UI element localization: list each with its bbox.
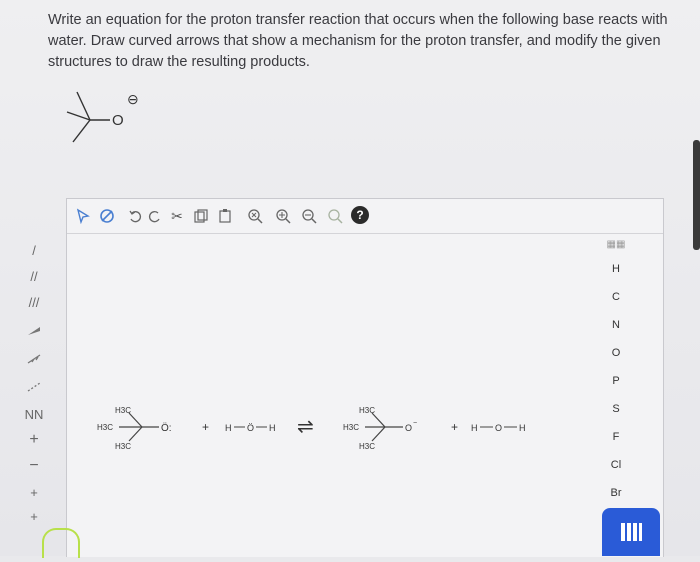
methyl-left: H3C — [97, 423, 113, 432]
negative-charge: − — [413, 420, 417, 427]
hydroxide-oxygen: O — [495, 423, 502, 433]
oxygen-atom: O — [112, 112, 124, 129]
plus-sign: + — [451, 420, 458, 434]
hash-bond-icon[interactable] — [19, 347, 49, 369]
paste-icon[interactable] — [215, 206, 235, 226]
plus-sign: + — [202, 420, 209, 434]
zoom-in-icon[interactable] — [273, 206, 293, 226]
redo-icon[interactable] — [145, 206, 165, 226]
positive-charge-tool[interactable]: + — [19, 429, 49, 451]
zoom-out-icon[interactable] — [299, 206, 319, 226]
oxygen-atom: O — [405, 423, 412, 433]
chain-tool[interactable]: NN — [19, 403, 49, 425]
hydrogen-left: H — [471, 423, 478, 433]
help-icon[interactable]: ? — [351, 206, 369, 224]
bond — [72, 119, 91, 143]
methyl-bottom: H3C — [359, 442, 375, 451]
methyl-top: H3C — [359, 406, 375, 415]
select-icon[interactable] — [73, 206, 93, 226]
question-text: Write an equation for the proton transfe… — [48, 12, 668, 70]
water-oxygen: Ö — [247, 423, 254, 433]
single-bond-tool[interactable]: / — [19, 239, 49, 261]
reactant-alkoxide[interactable]: H3C H3C H3C Ö: — [97, 406, 172, 451]
page-background: Write an equation for the proton transfe… — [0, 0, 700, 558]
template-icon[interactable] — [325, 206, 345, 226]
double-bond-tool[interactable]: // — [19, 265, 49, 287]
chat-widget-icon[interactable] — [42, 528, 80, 558]
radical-tool[interactable]: + — [19, 481, 49, 503]
reaction-svg: H3C H3C H3C Ö: + H Ö H ⇌ H3C H3C H3C O −… — [97, 406, 526, 451]
methyl-left: H3C — [343, 423, 359, 432]
wedge-bond-icon[interactable] — [19, 319, 49, 341]
editor-toolbar: ✂ ? — [67, 199, 663, 234]
negative-charge-tool[interactable]: − — [19, 455, 49, 477]
cut-icon[interactable]: ✂ — [167, 206, 187, 226]
given-base-structure: O ⊖ — [55, 82, 165, 157]
hydrogen-right: H — [269, 423, 276, 433]
structure-editor[interactable]: ✂ ? / // /// NN + − + + ▦▦ H C N O P S F… — [25, 198, 664, 557]
keyboard-icon[interactable] — [602, 508, 660, 556]
hydrogen-left: H — [225, 423, 232, 433]
drawing-canvas[interactable]: H3C H3C H3C Ö: + H Ö H ⇌ H3C H3C H3C O −… — [67, 235, 627, 557]
reactant-water[interactable]: H Ö H — [225, 423, 276, 433]
equilibrium-arrow: ⇌ — [297, 416, 314, 438]
lone-pair-tool[interactable]: + — [19, 505, 49, 527]
product-hydroxide[interactable]: H O H — [471, 423, 526, 433]
question-text-block: Write an equation for the proton transfe… — [48, 10, 668, 73]
hydrogen-right: H — [519, 423, 526, 433]
given-base-svg: O ⊖ — [66, 91, 139, 143]
scrollbar[interactable] — [693, 140, 700, 250]
triple-bond-tool[interactable]: /// — [19, 291, 49, 313]
methyl-bottom: H3C — [115, 442, 131, 451]
zoom-reset-icon[interactable] — [245, 206, 265, 226]
negative-charge: ⊖ — [127, 91, 139, 107]
methyl-top: H3C — [115, 406, 131, 415]
eraser-icon[interactable] — [97, 206, 117, 226]
copy-icon[interactable] — [191, 206, 211, 226]
oxygen-atom: Ö: — [161, 422, 172, 434]
dashed-bond-icon[interactable] — [19, 375, 49, 397]
product-alcohol[interactable]: H3C H3C H3C O − — [343, 406, 417, 451]
undo-icon[interactable] — [125, 206, 145, 226]
